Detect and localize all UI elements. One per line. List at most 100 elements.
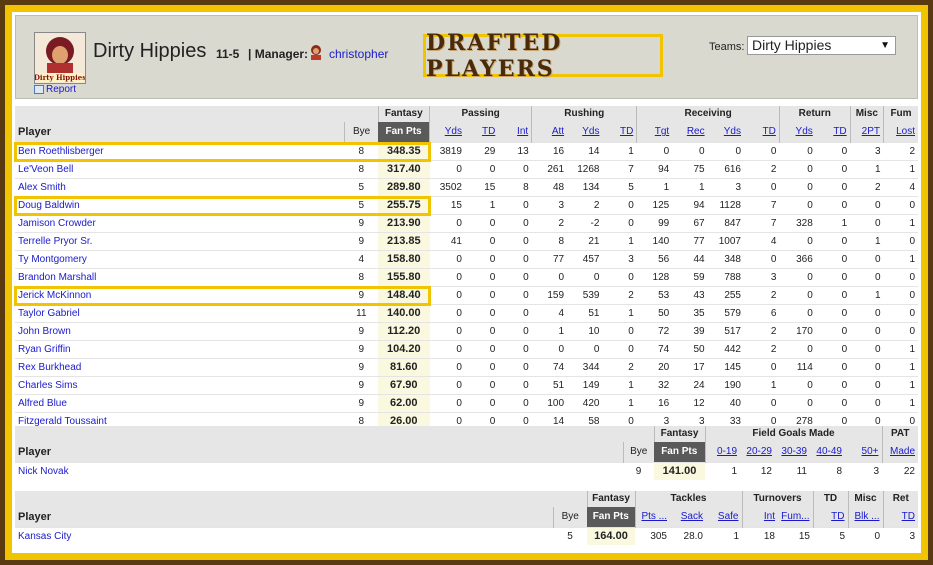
offense-col-5[interactable]: TD <box>602 122 637 143</box>
kicker-column-header-row: Player Bye Fan Pts 0-19 20-29 30-39 40-49 50+ Ma… <box>15 442 918 463</box>
offense-stat-value: 1 <box>883 358 918 377</box>
offense-stat-value: 0 <box>498 340 532 359</box>
offense-col-9[interactable]: TD <box>744 122 780 143</box>
offense-stat-value: 1 <box>883 394 918 413</box>
offense-col-7[interactable]: Rec <box>672 122 708 143</box>
offense-fanpts-header[interactable]: Fan Pts <box>378 122 430 143</box>
offense-fanpts-value: 348.35 <box>378 142 430 161</box>
defense-fanpts-header[interactable]: Fan Pts <box>587 507 635 528</box>
offense-col-6[interactable]: Tgt <box>636 122 673 143</box>
manager-label: | Manager: <box>248 47 309 61</box>
offense-fanpts-value: 255.75 <box>378 196 430 215</box>
defense-col-0[interactable]: Pts ... <box>634 507 670 528</box>
offense-player-link[interactable]: Doug Baldwin <box>15 196 345 215</box>
kicker-player-link[interactable]: Nick Novak <box>15 462 623 480</box>
offense-stat-value: 0 <box>567 268 603 287</box>
offense-stat-value: 3819 <box>429 142 465 161</box>
offense-player-link[interactable]: Jamison Crowder <box>15 214 345 233</box>
defense-col-5[interactable]: TD <box>812 507 848 528</box>
offense-col-12[interactable]: 2PT <box>849 122 884 143</box>
team-name: Dirty Hippies <box>93 40 207 62</box>
kicker-col-3[interactable]: 40-49 <box>810 442 845 463</box>
kicker-col-2[interactable]: 30-39 <box>775 442 810 463</box>
offense-fanpts-value: 213.90 <box>378 214 430 233</box>
offense-stat-value: 7 <box>744 196 780 215</box>
defense-col-1[interactable]: Sack <box>670 507 706 528</box>
offense-group-0: Fantasy <box>377 106 430 122</box>
offense-player-link[interactable]: Charles Sims <box>15 376 345 395</box>
offense-bye-value: 9 <box>344 232 378 251</box>
offense-player-link[interactable]: Terrelle Pryor Sr. <box>15 232 345 251</box>
offense-col-2[interactable]: Int <box>498 122 532 143</box>
offense-player-link[interactable]: Alfred Blue <box>15 394 345 413</box>
kicker-col-1[interactable]: 20-29 <box>740 442 775 463</box>
offense-stat-value: 2 <box>602 286 637 305</box>
kicker-col-5[interactable]: Made <box>881 442 918 463</box>
defense-group-0: Fantasy <box>586 491 635 507</box>
defense-col-7[interactable]: TD <box>882 507 918 528</box>
offense-stat-value: 2 <box>744 340 780 359</box>
teams-select[interactable]: Dirty Hippies ▼ <box>747 36 896 55</box>
defense-stat-value: 1 <box>706 527 742 545</box>
offense-group-3: Receiving <box>636 106 780 122</box>
offense-col-13[interactable]: Lost <box>883 122 918 143</box>
offense-stat-value: 2 <box>602 358 637 377</box>
offense-stat-value: 0 <box>464 394 499 413</box>
offense-stat-value: 3 <box>744 268 780 287</box>
manager-name-link[interactable]: christopher <box>329 47 388 61</box>
offense-player-link[interactable]: Ryan Griffin <box>15 340 345 359</box>
defense-col-3[interactable]: Int <box>741 507 778 528</box>
report-icon[interactable] <box>34 85 44 94</box>
defense-player-link[interactable]: Kansas City <box>15 527 553 545</box>
offense-col-1[interactable]: TD <box>464 122 499 143</box>
offense-stat-value: 788 <box>707 268 744 287</box>
offense-table-row: Jerick McKinnon 9 148.40 0 0 0 159 539 2 53 43 255 2… <box>15 286 918 305</box>
offense-stat-value: 35 <box>672 304 708 323</box>
offense-col-3[interactable]: Att <box>531 122 568 143</box>
offense-stat-value: 539 <box>567 286 603 305</box>
kicker-stat-value: 1 <box>705 462 740 480</box>
offense-stat-value: 3 <box>707 178 744 197</box>
offense-col-8[interactable]: Yds <box>707 122 744 143</box>
offense-col-4[interactable]: Yds <box>567 122 603 143</box>
defense-col-2[interactable]: Safe <box>706 507 742 528</box>
offense-stat-value: 0 <box>602 196 637 215</box>
kicker-col-4[interactable]: 50+ <box>845 442 882 463</box>
offense-stat-value: 0 <box>429 268 465 287</box>
offense-player-link[interactable]: Taylor Gabriel <box>15 304 345 323</box>
offense-stat-value: 1 <box>672 178 708 197</box>
kicker-fanpts-header[interactable]: Fan Pts <box>654 442 705 463</box>
offense-player-link[interactable]: Ty Montgomery <box>15 250 345 269</box>
offense-fanpts-value: 140.00 <box>378 304 430 323</box>
offense-stat-value: 77 <box>672 232 708 251</box>
offense-player-link[interactable]: Rex Burkhead <box>15 358 345 377</box>
offense-stat-value: 74 <box>636 340 673 359</box>
offense-column-header-row: Player Bye Fan Pts Yds TD Int Att Yds TD Tgt Rec Yd… <box>15 122 918 143</box>
defense-col-4[interactable]: Fum... <box>778 507 813 528</box>
offense-player-link[interactable]: John Brown <box>15 322 345 341</box>
offense-stat-value: 0 <box>815 286 851 305</box>
offense-group-2: Rushing <box>531 106 637 122</box>
offense-player-link[interactable]: Le'Veon Bell <box>15 160 345 179</box>
report-link[interactable]: Report <box>46 84 76 95</box>
offense-stat-value: 0 <box>815 376 851 395</box>
defense-col-6[interactable]: Blk ... <box>847 507 883 528</box>
offense-stat-value: 16 <box>531 142 568 161</box>
offense-col-0[interactable]: Yds <box>429 122 465 143</box>
kicker-col-0[interactable]: 0-19 <box>704 442 740 463</box>
defense-player-header: Player <box>15 507 553 528</box>
offense-col-10[interactable]: Yds <box>778 122 816 143</box>
offense-col-11[interactable]: TD <box>815 122 851 143</box>
offense-stat-value: 0 <box>464 268 499 287</box>
offense-player-link[interactable]: Ben Roethlisberger <box>15 142 345 161</box>
offense-stat-value: 99 <box>636 214 673 233</box>
offense-stat-value: 40 <box>707 394 744 413</box>
offense-table-row: Alex Smith 5 289.80 3502 15 8 48 134 5 1 1 3 0 0 0 2 4 <box>15 178 918 197</box>
offense-stat-value: 2 <box>567 196 603 215</box>
offense-bye-value: 9 <box>344 394 378 413</box>
offense-player-link[interactable]: Alex Smith <box>15 178 345 197</box>
defense-bye-header: Bye <box>552 507 587 528</box>
offense-player-link[interactable]: Brandon Marshall <box>15 268 345 287</box>
offense-player-link[interactable]: Jerick McKinnon <box>15 286 345 305</box>
kicker-stat-value: 3 <box>845 462 882 480</box>
